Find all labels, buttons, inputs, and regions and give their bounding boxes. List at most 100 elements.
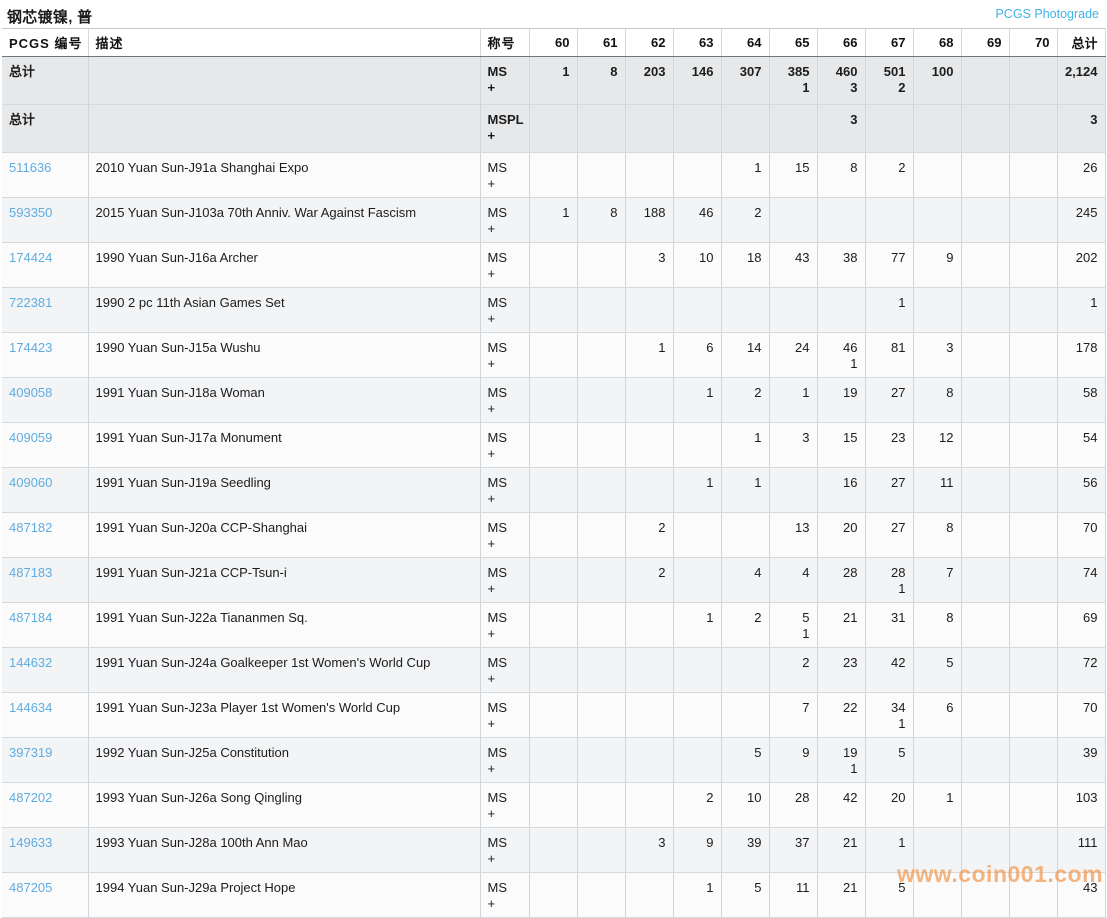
coin-description: 1991 Yuan Sun-J19a Seedling [88, 468, 480, 513]
grade-65-count: 1 [769, 378, 817, 423]
grade-67-plus-count: 1 [873, 716, 906, 732]
table-row: 1446341991 Yuan Sun-J23a Player 1st Wome… [2, 693, 1105, 738]
table-row: 4871821991 Yuan Sun-J20a CCP-ShanghaiMS+… [2, 513, 1105, 558]
row-total-count: 70 [1057, 693, 1105, 738]
pcgs-id-link[interactable]: 487202 [9, 790, 52, 805]
designation-line: + [488, 536, 522, 552]
grade-61-count [577, 873, 625, 918]
grade-60-count: 1 [529, 198, 577, 243]
designation-line: + [488, 221, 522, 237]
grade-60-count [529, 105, 577, 153]
col-header-description: 描述 [88, 29, 480, 57]
grade-66-count: 461 [817, 333, 865, 378]
grade-60-count [529, 378, 577, 423]
grade-66-count: 21 [817, 828, 865, 873]
pcgs-id-link[interactable]: 722381 [9, 295, 52, 310]
grade-62-count [625, 153, 673, 198]
grade-61-count [577, 828, 625, 873]
grade-70-count [1009, 153, 1057, 198]
designation-line: MS [488, 340, 522, 356]
pcgs-id-link[interactable]: 144634 [9, 700, 52, 715]
pcgs-id-link[interactable]: 174424 [9, 250, 52, 265]
designation-line: + [488, 851, 522, 867]
designation-line: + [488, 716, 522, 732]
row-total-count: 178 [1057, 333, 1105, 378]
pcgs-id-link[interactable]: 144632 [9, 655, 52, 670]
grade-66-plus-count: 1 [825, 761, 858, 777]
grade-68-count [913, 105, 961, 153]
grade-64-count: 2 [721, 378, 769, 423]
grade-70-count [1009, 873, 1057, 918]
grade-70-count [1009, 105, 1057, 153]
grade-65-count [769, 105, 817, 153]
grade-66-count [817, 288, 865, 333]
grade-66-count: 38 [817, 243, 865, 288]
grade-61-count [577, 783, 625, 828]
grade-65-count [769, 468, 817, 513]
grade-62-count: 188 [625, 198, 673, 243]
grade-65-count [769, 198, 817, 243]
designation-line: + [488, 80, 522, 96]
grade-65-count: 43 [769, 243, 817, 288]
grade-70-count [1009, 603, 1057, 648]
designation-cell: MS+ [480, 513, 529, 558]
grade-68-count: 6 [913, 693, 961, 738]
grade-66-count [817, 198, 865, 243]
designation-line: MS [488, 205, 522, 221]
pcgs-id-link[interactable]: 487183 [9, 565, 52, 580]
pcgs-id-link[interactable]: 511636 [9, 160, 51, 175]
grade-66-count: 191 [817, 738, 865, 783]
grade-69-count [961, 333, 1009, 378]
pcgs-id-link[interactable]: 149633 [9, 835, 52, 850]
pcgs-id-link[interactable]: 409060 [9, 475, 52, 490]
designation-line: MS [488, 520, 522, 536]
grade-70-count [1009, 243, 1057, 288]
pcgs-id-link[interactable]: 593350 [9, 205, 52, 220]
pcgs-id-link[interactable]: 174423 [9, 340, 52, 355]
table-row: 3973191992 Yuan Sun-J25a ConstitutionMS+… [2, 738, 1105, 783]
grade-67-count: 27 [865, 468, 913, 513]
pcgs-id-link[interactable]: 487182 [9, 520, 52, 535]
grade-63-count: 1 [673, 873, 721, 918]
grade-64-count: 10 [721, 783, 769, 828]
table-row: 4090581991 Yuan Sun-J18a WomanMS+1211927… [2, 378, 1105, 423]
grade-69-count [961, 873, 1009, 918]
grade-61-count: 8 [577, 198, 625, 243]
grade-65-count: 11 [769, 873, 817, 918]
grade-69-count [961, 693, 1009, 738]
pcgs-id-link[interactable]: 487205 [9, 880, 52, 895]
grade-70-count [1009, 738, 1057, 783]
coin-description: 1991 Yuan Sun-J18a Woman [88, 378, 480, 423]
grade-66-count: 22 [817, 693, 865, 738]
grade-65-count: 2 [769, 648, 817, 693]
grade-66-count: 4603 [817, 57, 865, 105]
designation-cell: MS+ [480, 783, 529, 828]
grade-70-count [1009, 57, 1057, 105]
designation-cell: MS+ [480, 153, 529, 198]
grade-66-plus-count: 1 [825, 356, 858, 372]
grade-60-count [529, 423, 577, 468]
grade-64-count: 1 [721, 423, 769, 468]
table-row: 5116362010 Yuan Sun-J91a Shanghai ExpoMS… [2, 153, 1105, 198]
grade-68-count [913, 198, 961, 243]
grade-67-count: 77 [865, 243, 913, 288]
pcgs-id-link[interactable]: 409058 [9, 385, 52, 400]
grade-67-count: 5012 [865, 57, 913, 105]
pcgs-id-link[interactable]: 409059 [9, 430, 52, 445]
grade-61-count [577, 738, 625, 783]
grade-66-count: 19 [817, 378, 865, 423]
grade-63-count: 2 [673, 783, 721, 828]
table-row: 4871841991 Yuan Sun-J22a Tiananmen Sq.MS… [2, 603, 1105, 648]
pcgs-id-link[interactable]: 397319 [9, 745, 52, 760]
grade-62-count [625, 693, 673, 738]
photograde-link[interactable]: PCGS Photograde [995, 7, 1099, 21]
grade-66-count: 23 [817, 648, 865, 693]
pcgs-id-link[interactable]: 487184 [9, 610, 52, 625]
designation-cell: MS+ [480, 468, 529, 513]
grade-63-count: 1 [673, 378, 721, 423]
grade-66-count: 21 [817, 603, 865, 648]
coin-description: 1991 Yuan Sun-J20a CCP-Shanghai [88, 513, 480, 558]
grade-62-count: 1 [625, 333, 673, 378]
grade-69-count [961, 378, 1009, 423]
grade-68-count: 8 [913, 603, 961, 648]
